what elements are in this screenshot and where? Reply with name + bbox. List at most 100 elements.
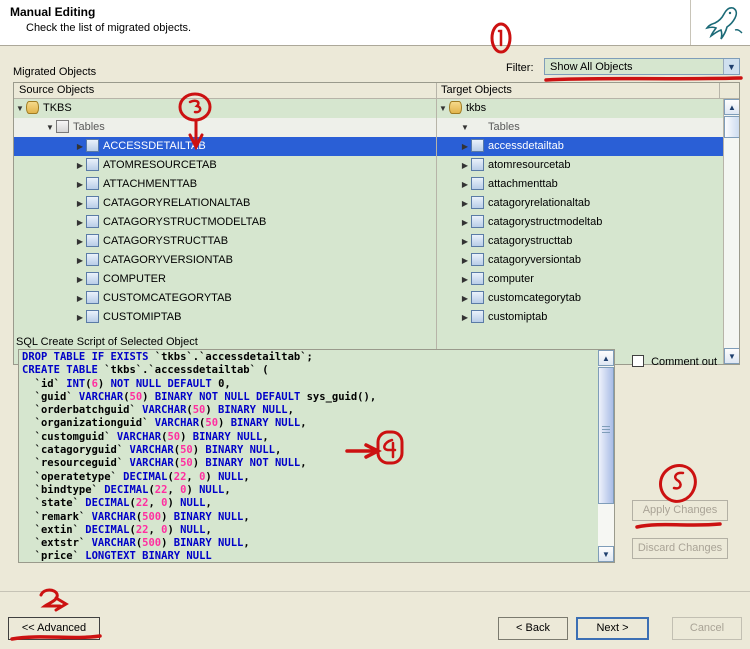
chevron-right-icon[interactable]: ▶: [74, 289, 86, 308]
chevron-right-icon[interactable]: ▶: [74, 308, 86, 327]
scroll-down-icon[interactable]: ▼: [724, 348, 739, 364]
tree-row[interactable]: ▼ TKBS: [14, 99, 436, 118]
sql-scroll-down-icon[interactable]: ▼: [598, 546, 614, 562]
table-icon: [471, 253, 484, 266]
tree-row[interactable]: ▶ catagorystructmodeltab: [437, 213, 725, 232]
tree-row[interactable]: ▶ catagorystructtab: [437, 232, 725, 251]
tree-header-divider: [436, 83, 437, 99]
cancel-button: Cancel: [672, 617, 742, 640]
tree-row[interactable]: ▶ catagoryversiontab: [437, 251, 725, 270]
chevron-right-icon[interactable]: ▶: [74, 270, 86, 289]
tree-row-label: catagoryrelationaltab: [488, 197, 591, 209]
tree-row-label: tkbs: [466, 102, 487, 114]
tree-row[interactable]: ▼ Tables: [14, 118, 436, 137]
tree-row-label: Tables: [73, 121, 105, 133]
tree-row-label: ATOMRESOURCETAB: [103, 159, 217, 171]
tree-row-label: catagoryversiontab: [488, 254, 581, 266]
table-icon: [471, 272, 484, 285]
chevron-down-icon[interactable]: ▼: [459, 118, 471, 137]
table-icon: [86, 253, 99, 266]
chevron-right-icon[interactable]: ▶: [74, 232, 86, 251]
tree-row-label: ACCESSDETAILTAB: [103, 140, 206, 152]
table-icon: [86, 310, 99, 323]
next-button[interactable]: Next >: [576, 617, 649, 640]
apply-changes-button[interactable]: Apply Changes: [632, 500, 728, 521]
mysql-dolphin-icon: [690, 0, 750, 45]
chevron-right-icon[interactable]: ▶: [459, 213, 471, 232]
chevron-right-icon[interactable]: ▶: [74, 213, 86, 232]
chevron-down-icon[interactable]: ▼: [723, 59, 739, 74]
tree-row[interactable]: ▶ COMPUTER: [14, 270, 436, 289]
tree-row[interactable]: ▶ customiptab: [437, 308, 725, 327]
tree-row[interactable]: ▶ CATAGORYRELATIONALTAB: [14, 194, 436, 213]
filter-select[interactable]: Show All Objects ▼: [544, 58, 740, 75]
tree-row[interactable]: ▶ catagoryrelationaltab: [437, 194, 725, 213]
chevron-right-icon[interactable]: ▶: [74, 194, 86, 213]
chevron-down-icon[interactable]: ▼: [14, 99, 26, 118]
table-icon: [471, 177, 484, 190]
chevron-right-icon[interactable]: ▶: [74, 156, 86, 175]
comment-out-checkbox[interactable]: Comment out: [632, 355, 717, 368]
tree-row[interactable]: ▶ customcategorytab: [437, 289, 725, 308]
tree-row-label: accessdetailtab: [488, 140, 564, 152]
tree-row[interactable]: ▶ attachmenttab: [437, 175, 725, 194]
sql-editor[interactable]: DROP TABLE IF EXISTS `tkbs`.`accessdetai…: [18, 349, 615, 563]
tree-row[interactable]: ▶ ATOMRESOURCETAB: [14, 156, 436, 175]
tree-row[interactable]: ▶ accessdetailtab: [437, 137, 725, 156]
migrated-objects-tree[interactable]: Source Objects Target Objects ▼ TKBS ▼ Tabl…: [13, 82, 740, 365]
table-icon: [86, 215, 99, 228]
tree-row[interactable]: ▶ atomresourcetab: [437, 156, 725, 175]
tree-scrollbar-thumb[interactable]: [724, 116, 739, 138]
chevron-right-icon[interactable]: ▶: [459, 251, 471, 270]
sql-vertical-scrollbar[interactable]: ▲ ▼: [598, 350, 614, 562]
tree-row[interactable]: ▶ CUSTOMIPTAB: [14, 308, 436, 327]
tree-row[interactable]: ▼ Tables: [437, 118, 725, 137]
chevron-down-icon[interactable]: ▼: [44, 118, 56, 137]
back-button[interactable]: < Back: [498, 617, 568, 640]
tree-row[interactable]: ▼ tkbs: [437, 99, 725, 118]
tree-row[interactable]: ▶ ATTACHMENTTAB: [14, 175, 436, 194]
tree-row-label: atomresourcetab: [488, 159, 571, 171]
target-objects-column[interactable]: ▼ tkbs ▼ Tables ▶ accessdetailtab ▶ atomresourc…: [437, 99, 725, 364]
chevron-right-icon[interactable]: ▶: [459, 270, 471, 289]
sql-group-label: SQL Create Script of Selected Object: [16, 336, 198, 348]
chevron-down-icon[interactable]: ▼: [437, 99, 449, 118]
tree-row[interactable]: ▶ ACCESSDETAILTAB: [14, 137, 436, 156]
chevron-right-icon[interactable]: ▶: [74, 251, 86, 270]
advanced-button[interactable]: << Advanced: [8, 617, 100, 640]
filter-selected-value: Show All Objects: [550, 60, 633, 73]
checkbox-box-icon[interactable]: [632, 355, 644, 367]
scroll-up-icon[interactable]: ▲: [724, 99, 739, 115]
tree-row[interactable]: ▶ CATAGORYSTRUCTTAB: [14, 232, 436, 251]
chevron-right-icon[interactable]: ▶: [459, 232, 471, 251]
tree-row-label: CUSTOMIPTAB: [103, 311, 182, 323]
tree-row-label: CUSTOMCATEGORYTAB: [103, 292, 232, 304]
chevron-right-icon[interactable]: ▶: [459, 308, 471, 327]
tree-row[interactable]: ▶ CATAGORYSTRUCTMODELTAB: [14, 213, 436, 232]
chevron-right-icon[interactable]: ▶: [74, 137, 86, 156]
folder-icon: [56, 120, 69, 133]
sql-editor-text[interactable]: DROP TABLE IF EXISTS `tkbs`.`accessdetai…: [22, 351, 582, 562]
sql-scroll-up-icon[interactable]: ▲: [598, 350, 614, 366]
table-icon: [471, 139, 484, 152]
chevron-right-icon[interactable]: ▶: [459, 137, 471, 156]
tree-row[interactable]: ▶ CUSTOMCATEGORYTAB: [14, 289, 436, 308]
tree-row-label: customiptab: [488, 311, 548, 323]
tree-vertical-scrollbar[interactable]: ▲ ▼: [723, 99, 739, 364]
chevron-right-icon[interactable]: ▶: [459, 175, 471, 194]
chevron-right-icon[interactable]: ▶: [74, 175, 86, 194]
tree-row-label: COMPUTER: [103, 273, 166, 285]
discard-changes-button[interactable]: Discard Changes: [632, 538, 728, 559]
chevron-right-icon[interactable]: ▶: [459, 156, 471, 175]
tree-row-label: ATTACHMENTTAB: [103, 178, 198, 190]
sql-scrollbar-grip-icon: [602, 426, 610, 433]
table-icon: [86, 158, 99, 171]
tree-row[interactable]: ▶ computer: [437, 270, 725, 289]
tree-row[interactable]: ▶ CATAGORYVERSIONTAB: [14, 251, 436, 270]
tree-header-row: Source Objects Target Objects: [14, 83, 739, 99]
chevron-right-icon[interactable]: ▶: [459, 194, 471, 213]
wizard-header: Manual Editing Check the list of migrate…: [0, 0, 750, 46]
chevron-right-icon[interactable]: ▶: [459, 289, 471, 308]
source-objects-column[interactable]: ▼ TKBS ▼ Tables ▶ ACCESSDETAILTAB ▶ ATOMRESOURC…: [14, 99, 436, 364]
sql-scrollbar-thumb[interactable]: [598, 367, 614, 504]
